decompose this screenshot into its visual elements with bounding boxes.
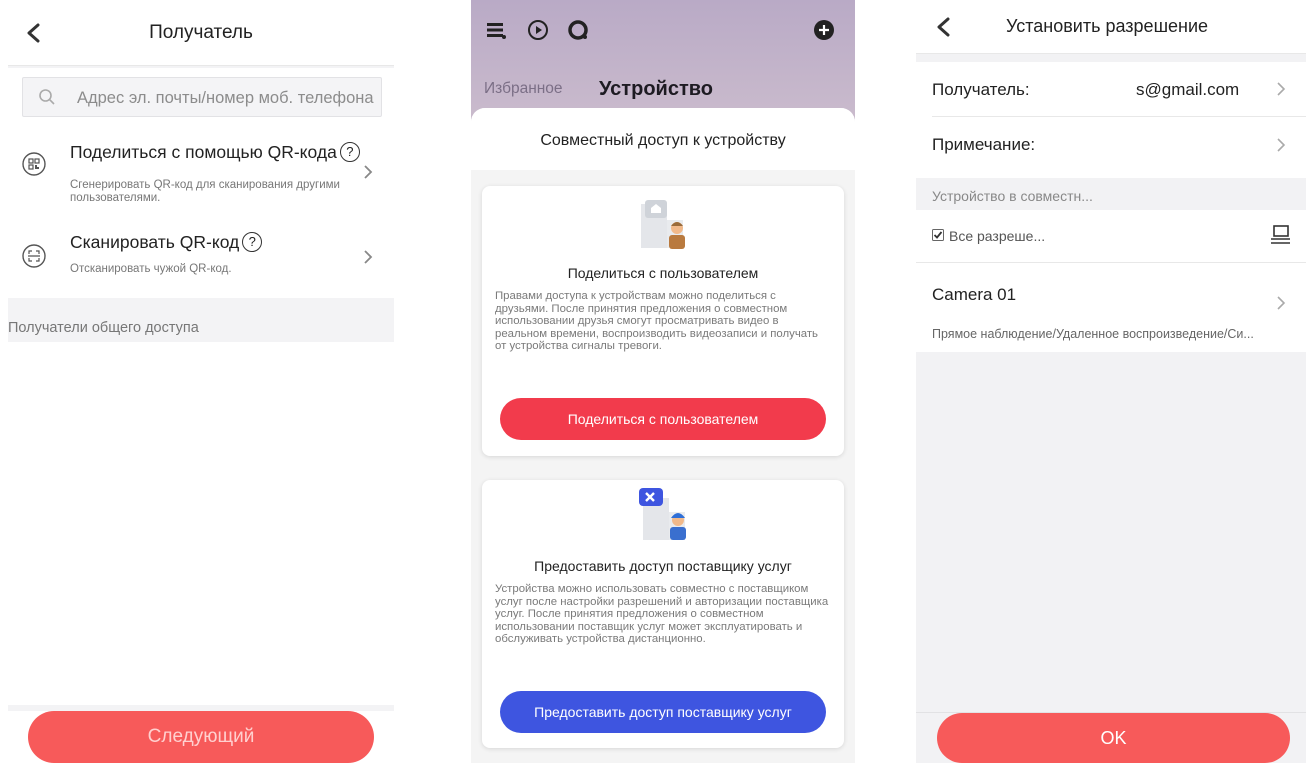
service-provider-illustration xyxy=(639,488,686,540)
device-share-screen: Избранное Устройство Совместный доступ к… xyxy=(471,0,855,763)
search-placeholder: Адрес эл. почты/номер моб. телефона xyxy=(77,89,374,107)
next-button[interactable]: Следующий xyxy=(28,711,374,763)
provider-button[interactable]: Предоставить доступ поставщику услуг xyxy=(500,691,826,733)
help-icon[interactable]: ? xyxy=(242,232,263,252)
share-qr-option[interactable]: Поделиться с помощью QR-кода? Сгенериров… xyxy=(8,140,394,218)
chevron-right-icon xyxy=(364,165,373,179)
share-qr-title: Поделиться с помощью QR-кода? xyxy=(70,142,360,163)
recipients-section-label: Получатели общего доступа xyxy=(8,302,394,342)
share-qr-description: Сгенерировать QR-код для сканирования др… xyxy=(70,179,340,204)
search-input[interactable]: Адрес эл. почты/номер моб. телефона xyxy=(22,77,382,117)
note-label: Примечание: xyxy=(932,135,1036,154)
recipient-row[interactable]: Получатель: s@gmail.com xyxy=(916,62,1306,116)
page-title: Получатель xyxy=(149,22,253,43)
camera-row[interactable]: Camera 01 Прямое наблюдение/Удаленное во… xyxy=(916,263,1306,352)
ok-button[interactable]: OK xyxy=(937,713,1290,763)
provider-title: Предоставить доступ поставщику услуг xyxy=(534,558,792,574)
scan-qr-option[interactable]: Сканировать QR-код? Отсканировать чужой … xyxy=(8,226,394,304)
camera-name: Camera 01 xyxy=(932,285,1017,304)
scan-icon xyxy=(22,244,46,268)
search-icon xyxy=(39,89,55,105)
chevron-right-icon xyxy=(364,250,373,264)
divider xyxy=(8,66,394,68)
share-user-title: Поделиться с пользователем xyxy=(567,265,759,281)
chevron-right-icon xyxy=(1277,296,1286,310)
add-icon[interactable] xyxy=(813,19,835,41)
camera-permissions: Прямое наблюдение/Удаленное воспроизведе… xyxy=(932,327,1254,341)
recipient-label: Получатель: xyxy=(932,80,1030,99)
share-user-card: Поделиться с пользователем Правами досту… xyxy=(482,186,844,456)
sheet-title: Совместный доступ к устройству xyxy=(471,108,855,170)
playback-icon[interactable] xyxy=(527,19,549,41)
share-user-illustration xyxy=(641,200,685,249)
back-arrow-icon[interactable] xyxy=(934,16,956,38)
checkbox-checked-icon[interactable] xyxy=(932,229,944,241)
chevron-right-icon xyxy=(1277,138,1286,152)
page-title: Установить разрешение xyxy=(1006,16,1209,36)
all-permissions-label: Все разреше... xyxy=(949,228,1046,244)
info-rows: Получатель: s@gmail.com Примечание: xyxy=(916,62,1306,178)
chevron-right-icon xyxy=(1277,82,1286,96)
set-permission-screen: Установить разрешение Получатель: s@gmai… xyxy=(916,0,1306,763)
share-user-button[interactable]: Поделиться с пользователем xyxy=(500,398,826,440)
scan-qr-description: Отсканировать чужой QR-код. xyxy=(70,263,232,275)
qr-code-icon xyxy=(22,152,46,176)
recipient-screen: Получатель Адрес эл. почты/номер моб. те… xyxy=(8,0,394,763)
all-permissions-row[interactable]: Все разреше... xyxy=(916,210,1306,262)
tab-favorites[interactable]: Избранное xyxy=(484,80,563,98)
note-row[interactable]: Примечание: xyxy=(916,117,1306,177)
record-icon[interactable] xyxy=(567,19,589,41)
menu-icon[interactable] xyxy=(485,19,507,41)
provider-card: Предоставить доступ поставщику услуг Уст… xyxy=(482,480,844,748)
help-icon[interactable]: ? xyxy=(339,142,360,162)
provider-description: Устройства можно использовать совместно … xyxy=(495,583,829,645)
scan-qr-title: Сканировать QR-код? xyxy=(70,232,263,253)
tab-device[interactable]: Устройство xyxy=(599,78,713,101)
share-sheet: Совместный доступ к устройству Поделитьс… xyxy=(471,108,855,763)
device-batch-icon[interactable] xyxy=(1268,224,1292,246)
share-user-description: Правами доступа к устройствам можно поде… xyxy=(495,290,818,352)
shared-device-header: Устройство в совместн... xyxy=(932,188,1093,204)
top-bar: Получатель xyxy=(8,0,394,66)
recipient-value: s@gmail.com xyxy=(1136,80,1240,99)
top-bar: Установить разрешение xyxy=(916,0,1306,54)
